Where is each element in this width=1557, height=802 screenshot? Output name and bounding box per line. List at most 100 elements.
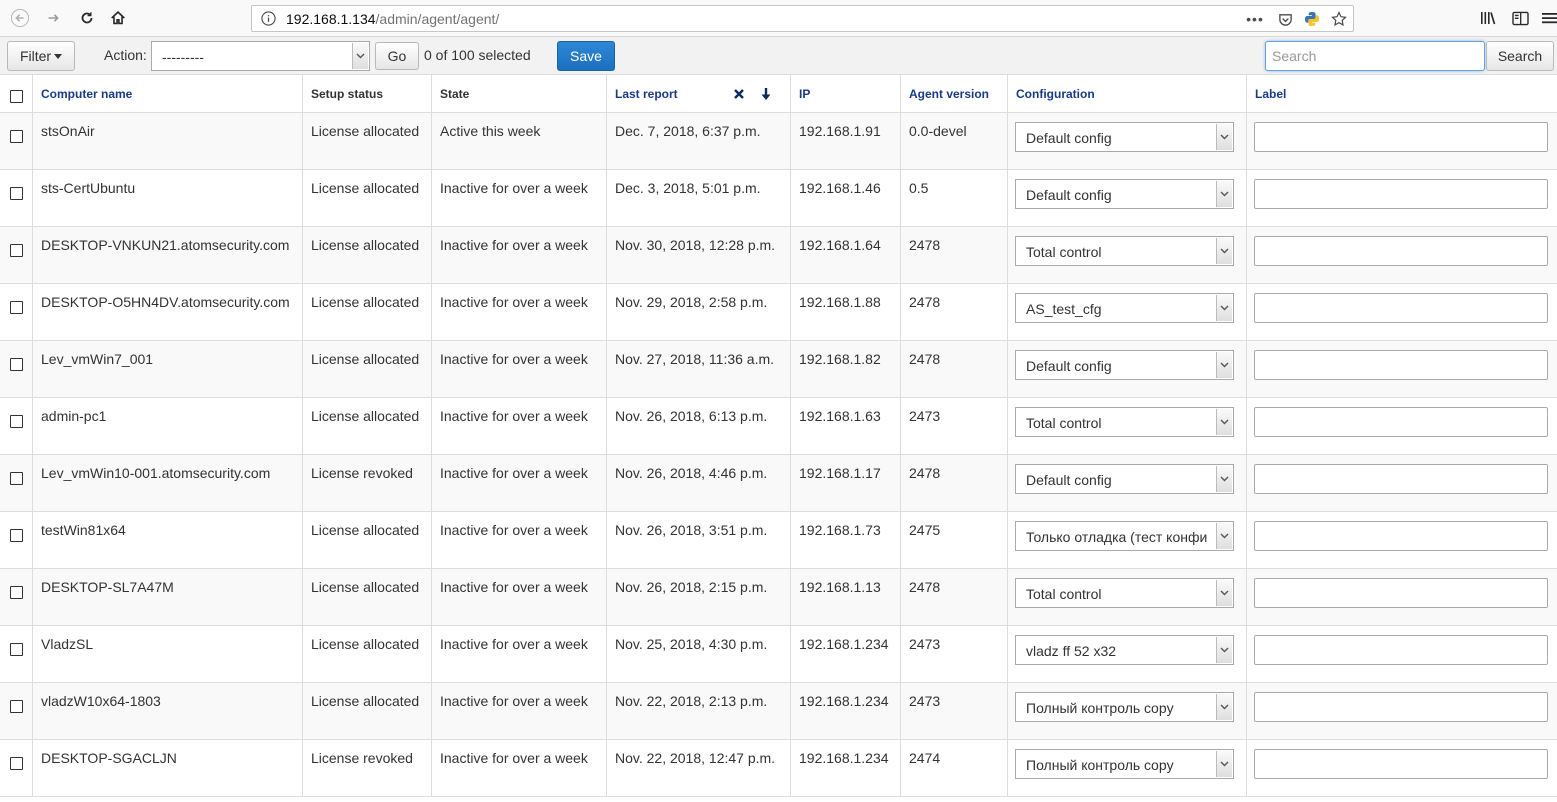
agent-version-cell: 2478 (900, 284, 1007, 340)
label-input[interactable] (1254, 293, 1548, 323)
label-input[interactable] (1254, 521, 1548, 551)
label-input[interactable] (1254, 179, 1548, 209)
configuration-select[interactable]: AS_test_cfg (1015, 293, 1234, 323)
row-checkbox[interactable] (10, 757, 23, 770)
agent-version-cell: 2474 (900, 740, 1007, 796)
column-ip[interactable]: IP (790, 75, 900, 112)
bookmark-star-icon[interactable] (1329, 10, 1349, 28)
label-input[interactable] (1254, 749, 1548, 779)
column-configuration[interactable]: Configuration (1007, 75, 1246, 112)
row-checkbox[interactable] (10, 472, 23, 485)
sort-descending-icon[interactable] (759, 87, 773, 101)
configuration-select[interactable]: vladz ff 52 x32 (1015, 635, 1234, 665)
configuration-select[interactable]: Total control (1015, 236, 1234, 266)
label-input[interactable] (1254, 122, 1548, 152)
table-row: DESKTOP-O5HN4DV.atomsecurity.com License… (0, 284, 1557, 341)
python-extension-icon[interactable] (1302, 10, 1322, 28)
last-report-cell: Nov. 26, 2018, 3:51 p.m. (606, 512, 790, 568)
page-actions-icon[interactable]: ••• (1245, 10, 1265, 28)
column-computer-name[interactable]: Computer name (32, 75, 302, 112)
state-cell: Inactive for over a week (431, 512, 606, 568)
remove-sort-icon[interactable] (733, 88, 745, 100)
configuration-select[interactable]: Default config (1015, 464, 1234, 494)
row-select-cell (0, 398, 32, 454)
chevron-down-icon (1216, 295, 1232, 321)
column-agent-version[interactable]: Agent version (900, 75, 1007, 112)
setup-status-cell: License allocated (302, 227, 431, 283)
setup-status-cell: License allocated (302, 683, 431, 739)
row-checkbox[interactable] (10, 244, 23, 257)
row-checkbox[interactable] (10, 586, 23, 599)
home-icon[interactable] (105, 5, 131, 31)
library-icon[interactable] (1479, 8, 1499, 28)
computer-name-cell: testWin81x64 (32, 512, 302, 568)
chevron-down-icon (1216, 466, 1232, 492)
computer-name-cell: admin-pc1 (32, 398, 302, 454)
label-input[interactable] (1254, 350, 1548, 380)
label-input[interactable] (1254, 692, 1548, 722)
state-cell: Inactive for over a week (431, 683, 606, 739)
chevron-down-icon (1216, 751, 1232, 777)
agent-version-cell: 2478 (900, 227, 1007, 283)
row-checkbox[interactable] (10, 415, 23, 428)
row-checkbox[interactable] (10, 529, 23, 542)
menu-icon[interactable] (1540, 8, 1557, 28)
computer-name-cell: DESKTOP-SGACLJN (32, 740, 302, 796)
label-input[interactable] (1254, 464, 1548, 494)
row-checkbox[interactable] (10, 358, 23, 371)
row-checkbox[interactable] (10, 643, 23, 656)
table-row: testWin81x64 License allocated Inactive … (0, 512, 1557, 569)
caret-down-icon (54, 53, 63, 59)
last-report-cell: Dec. 3, 2018, 5:01 p.m. (606, 170, 790, 226)
back-icon[interactable] (7, 5, 33, 31)
reload-icon[interactable] (74, 5, 100, 31)
last-report-cell: Nov. 29, 2018, 2:58 p.m. (606, 284, 790, 340)
label-input[interactable] (1254, 407, 1548, 437)
configuration-value: Total control (1026, 415, 1102, 431)
computer-name-cell: DESKTOP-VNKUN21.atomsecurity.com (32, 227, 302, 283)
chevron-down-icon (352, 43, 368, 69)
action-select[interactable]: --------- (151, 41, 370, 71)
go-button[interactable]: Go (375, 42, 419, 70)
configuration-select[interactable]: Total control (1015, 407, 1234, 437)
search-input[interactable] (1265, 41, 1485, 71)
state-cell: Inactive for over a week (431, 284, 606, 340)
table-row: Lev_vmWin7_001 License allocated Inactiv… (0, 341, 1557, 398)
setup-status-cell: License allocated (302, 512, 431, 568)
configuration-select[interactable]: Default config (1015, 122, 1234, 152)
computer-name-cell: vladzW10x64-1803 (32, 683, 302, 739)
save-button[interactable]: Save (557, 41, 615, 71)
label-input[interactable] (1254, 635, 1548, 665)
filter-button[interactable]: Filter (7, 41, 75, 71)
configuration-select[interactable]: Default config (1015, 350, 1234, 380)
search-button[interactable]: Search (1486, 41, 1554, 71)
row-checkbox[interactable] (10, 187, 23, 200)
label-input[interactable] (1254, 578, 1548, 608)
chevron-down-icon (1216, 637, 1232, 663)
label-input[interactable] (1254, 236, 1548, 266)
row-checkbox[interactable] (10, 301, 23, 314)
row-checkbox[interactable] (10, 700, 23, 713)
configuration-select[interactable]: Полный контроль copy (1015, 749, 1234, 779)
agent-version-cell: 2473 (900, 398, 1007, 454)
column-label[interactable]: Label (1246, 75, 1557, 112)
configuration-select[interactable]: Только отладка (тест конфи (1015, 521, 1234, 551)
site-info-icon[interactable] (261, 11, 276, 26)
configuration-select[interactable]: Полный контроль copy (1015, 692, 1234, 722)
chevron-down-icon (1216, 238, 1232, 264)
select-all-checkbox[interactable] (10, 90, 23, 103)
chevron-down-icon (1216, 181, 1232, 207)
pocket-icon[interactable] (1275, 10, 1295, 28)
setup-status-cell: License allocated (302, 626, 431, 682)
configuration-select[interactable]: Total control (1015, 578, 1234, 608)
configuration-select[interactable]: Default config (1015, 179, 1234, 209)
setup-status-cell: License allocated (302, 170, 431, 226)
row-select-cell (0, 284, 32, 340)
state-cell: Inactive for over a week (431, 569, 606, 625)
forward-icon[interactable] (41, 5, 67, 31)
chevron-down-icon (1216, 352, 1232, 378)
sidebar-icon[interactable] (1510, 8, 1530, 28)
url-bar[interactable]: 192.168.1.134/admin/agent/agent/ ••• (251, 5, 1354, 32)
state-cell: Active this week (431, 113, 606, 169)
row-checkbox[interactable] (10, 130, 23, 143)
